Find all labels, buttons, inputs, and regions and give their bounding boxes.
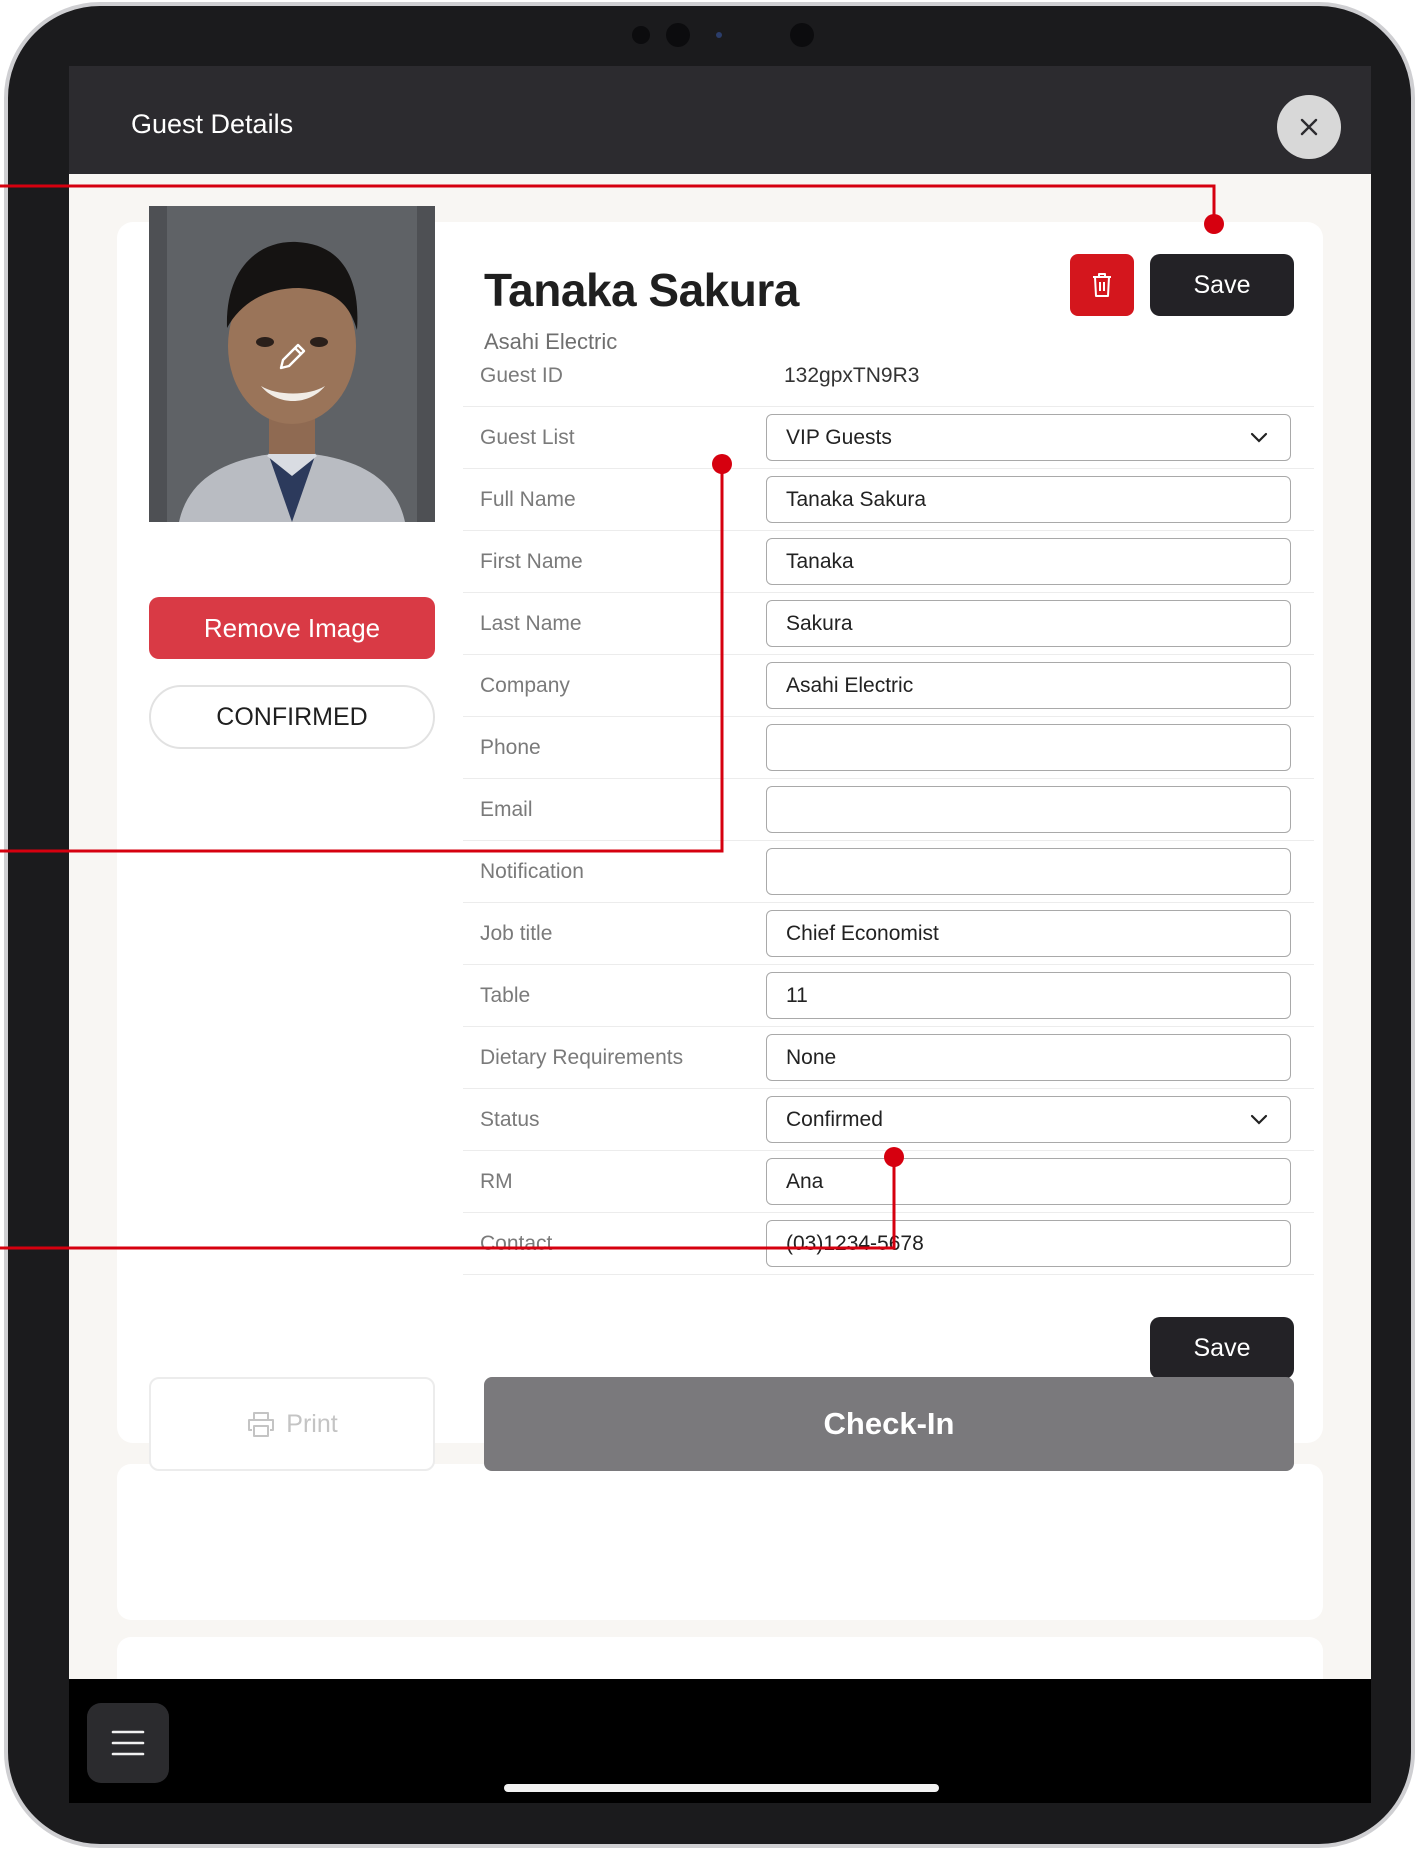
row-notification: Notification <box>463 841 1314 903</box>
company-input[interactable]: Asahi Electric <box>766 662 1291 709</box>
contact-input[interactable]: (03)1234-5678 <box>766 1220 1291 1267</box>
row-company: Company Asahi Electric <box>463 655 1314 717</box>
label-table: Table <box>480 983 531 1007</box>
camera-led <box>716 32 722 38</box>
modal-header: Guest Details <box>69 66 1371 174</box>
sensor-dot <box>632 26 650 44</box>
chevron-down-icon <box>1250 432 1268 443</box>
last-name-input[interactable]: Sakura <box>766 600 1291 647</box>
rm-input[interactable]: Ana <box>766 1158 1291 1205</box>
screen: Guest Details Remove Image CONFIRMED Tan… <box>69 66 1371 1803</box>
row-full-name: Full Name Tanaka Sakura <box>463 469 1314 531</box>
dietary-input[interactable]: None <box>766 1034 1291 1081</box>
label-status: Status <box>480 1107 540 1131</box>
chevron-down-icon <box>1250 1114 1268 1125</box>
save-button-bottom[interactable]: Save <box>1150 1317 1294 1379</box>
label-notification: Notification <box>480 859 584 883</box>
value-guest-id: 132gpxTN9R3 <box>784 363 920 387</box>
row-rm: RM Ana <box>463 1151 1314 1213</box>
table-input[interactable]: 11 <box>766 972 1291 1019</box>
printer-icon <box>248 1412 275 1437</box>
label-dietary: Dietary Requirements <box>480 1045 684 1069</box>
guest-photo[interactable] <box>149 206 435 522</box>
close-button[interactable] <box>1277 95 1341 159</box>
email-input[interactable] <box>766 786 1291 833</box>
label-rm: RM <box>480 1169 513 1193</box>
row-dietary: Dietary Requirements None <box>463 1027 1314 1089</box>
row-guest-list: Guest List VIP Guests <box>463 407 1314 469</box>
label-phone: Phone <box>480 735 541 759</box>
tablet-frame: Guest Details Remove Image CONFIRMED Tan… <box>4 2 1415 1848</box>
row-last-name: Last Name Sakura <box>463 593 1314 655</box>
guest-name: Tanaka Sakura <box>484 264 799 316</box>
camera-lens <box>666 23 690 47</box>
menu-button[interactable] <box>87 1703 169 1783</box>
guest-list-selected: VIP Guests <box>786 425 892 449</box>
label-full-name: Full Name <box>480 487 576 511</box>
home-indicator[interactable] <box>504 1784 939 1792</box>
row-table: Table 11 <box>463 965 1314 1027</box>
label-first-name: First Name <box>480 549 583 573</box>
status-badge: CONFIRMED <box>149 685 435 749</box>
guest-list-select[interactable]: VIP Guests <box>766 414 1291 461</box>
camera-bar <box>618 22 818 48</box>
notification-input[interactable] <box>766 848 1291 895</box>
save-button-top[interactable]: Save <box>1150 254 1294 316</box>
sensor-dot <box>790 23 814 47</box>
print-label: Print <box>286 1409 338 1438</box>
row-phone: Phone <box>463 717 1314 779</box>
phone-input[interactable] <box>766 724 1291 771</box>
label-guest-list: Guest List <box>480 425 575 449</box>
label-company: Company <box>480 673 570 697</box>
delete-guest-button[interactable] <box>1070 254 1134 316</box>
pencil-icon[interactable] <box>275 340 309 374</box>
status-select[interactable]: Confirmed <box>766 1096 1291 1143</box>
check-in-button[interactable]: Check-In <box>484 1377 1294 1471</box>
label-email: Email <box>480 797 533 821</box>
label-last-name: Last Name <box>480 611 582 635</box>
row-guest-id: Guest ID 132gpxTN9R3 <box>463 345 1314 407</box>
print-button[interactable]: Print <box>149 1377 435 1471</box>
label-contact: Contact <box>480 1231 553 1255</box>
row-email: Email <box>463 779 1314 841</box>
label-job-title: Job title <box>480 921 553 945</box>
full-name-input[interactable]: Tanaka Sakura <box>766 476 1291 523</box>
first-name-input[interactable]: Tanaka <box>766 538 1291 585</box>
status-selected: Confirmed <box>786 1107 883 1131</box>
job-title-input[interactable]: Chief Economist <box>766 910 1291 957</box>
modal-title: Guest Details <box>131 109 294 139</box>
action-card <box>117 1464 1323 1620</box>
label-guest-id: Guest ID <box>480 363 563 387</box>
close-icon <box>1300 118 1318 136</box>
row-first-name: First Name Tanaka <box>463 531 1314 593</box>
remove-image-button[interactable]: Remove Image <box>149 597 435 659</box>
row-status: Status Confirmed <box>463 1089 1314 1151</box>
row-job-title: Job title Chief Economist <box>463 903 1314 965</box>
hamburger-icon <box>111 1730 145 1756</box>
trash-icon <box>1093 273 1111 297</box>
row-contact: Contact (03)1234-5678 <box>463 1213 1314 1275</box>
